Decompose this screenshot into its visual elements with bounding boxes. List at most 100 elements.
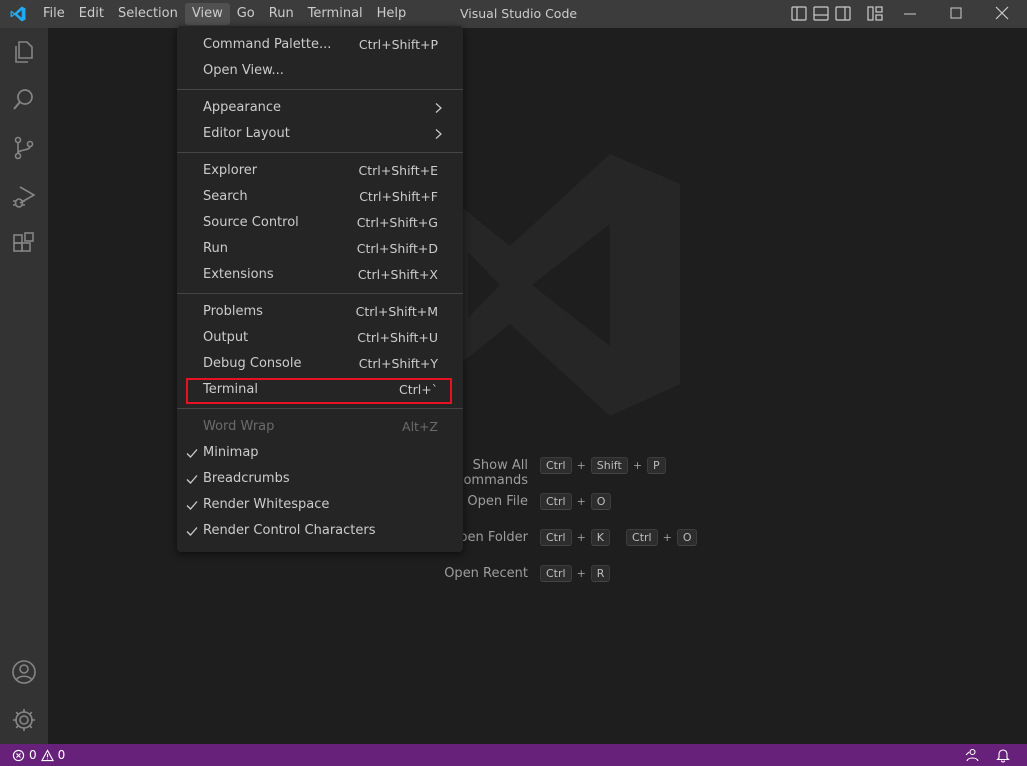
keycap: Ctrl bbox=[540, 457, 572, 474]
key-plus: + bbox=[632, 459, 643, 472]
layout-toggle-icons bbox=[791, 6, 851, 21]
menu-item-label: Word Wrap bbox=[203, 419, 275, 434]
key-plus: + bbox=[576, 459, 586, 472]
menu-selection[interactable]: Selection bbox=[111, 0, 185, 28]
keycap: Shift bbox=[590, 457, 628, 474]
view-menu-item-run[interactable]: Run Ctrl+Shift+D bbox=[185, 236, 455, 262]
menu-run[interactable]: Run bbox=[262, 0, 301, 28]
menu-item-shortcut: Ctrl+Shift+G bbox=[356, 215, 438, 230]
source-control-icon[interactable] bbox=[10, 134, 38, 162]
error-count: 0 bbox=[29, 748, 37, 762]
menu-bar: File Edit Selection View Go Run Terminal Help bbox=[36, 0, 413, 28]
menu-separator bbox=[177, 293, 463, 294]
view-menu-item-output[interactable]: Output Ctrl+Shift+U bbox=[185, 325, 455, 351]
view-menu-item-source-control[interactable]: Source Control Ctrl+Shift+G bbox=[185, 210, 455, 236]
keycap: Ctrl bbox=[540, 529, 572, 546]
menu-item-shortcut: Ctrl+Shift+Y bbox=[358, 356, 438, 371]
maximize-icon[interactable] bbox=[948, 4, 964, 24]
menu-file[interactable]: File bbox=[36, 0, 72, 28]
menu-separator bbox=[177, 408, 463, 409]
hint-keys: Ctrl + Shift + P bbox=[540, 457, 666, 474]
view-menu-item-appearance[interactable]: Appearance bbox=[185, 95, 455, 121]
activity-bar bbox=[0, 28, 48, 744]
menu-item-label: Search bbox=[203, 189, 248, 204]
view-menu-item-breadcrumbs[interactable]: Breadcrumbs bbox=[185, 466, 455, 492]
hint-keys: Ctrl + K Ctrl + O bbox=[540, 529, 698, 546]
search-icon[interactable] bbox=[10, 86, 38, 114]
view-menu-item-render-control-characters[interactable]: Render Control Characters bbox=[185, 518, 455, 544]
view-menu-item-problems[interactable]: Problems Ctrl+Shift+M bbox=[185, 299, 455, 325]
window-title: Visual Studio Code bbox=[460, 6, 578, 21]
key-plus: + bbox=[576, 567, 586, 580]
view-menu-item-explorer[interactable]: Explorer Ctrl+Shift+E bbox=[185, 158, 455, 184]
terminal-highlight-box bbox=[186, 378, 452, 404]
menu-item-label: Explorer bbox=[203, 163, 258, 178]
menu-item-label: Run bbox=[203, 241, 228, 256]
keycap: R bbox=[590, 565, 611, 582]
chevron-right-icon bbox=[435, 129, 442, 139]
menu-item-shortcut: Alt+Z bbox=[402, 419, 438, 434]
menu-separator bbox=[177, 152, 463, 153]
chevron-right-icon bbox=[435, 103, 442, 113]
error-icon bbox=[12, 749, 25, 761]
feedback-icon[interactable] bbox=[964, 747, 980, 763]
menu-go[interactable]: Go bbox=[230, 0, 262, 28]
view-menu-item-search[interactable]: Search Ctrl+Shift+F bbox=[185, 184, 455, 210]
menu-item-label: Appearance bbox=[203, 100, 282, 115]
view-menu-item-command-palette[interactable]: Command Palette... Ctrl+Shift+P bbox=[185, 32, 455, 58]
warning-count: 0 bbox=[57, 748, 66, 762]
menu-item-shortcut: Ctrl+Shift+U bbox=[357, 330, 438, 345]
keycap: P bbox=[647, 457, 666, 474]
menu-edit[interactable]: Edit bbox=[72, 0, 111, 28]
toggle-secondary-sidebar-icon[interactable] bbox=[835, 6, 851, 21]
hint-keys: Ctrl + R bbox=[540, 565, 611, 582]
key-plus: + bbox=[576, 495, 586, 508]
menu-item-shortcut: Ctrl+Shift+F bbox=[359, 189, 438, 204]
view-menu-item-debug-console[interactable]: Debug Console Ctrl+Shift+Y bbox=[185, 351, 455, 377]
customize-layout-icon[interactable] bbox=[866, 4, 884, 24]
hint-label-open-recent: Open Recent bbox=[444, 566, 528, 581]
menu-separator bbox=[177, 89, 463, 90]
menu-item-label: Render Whitespace bbox=[203, 497, 330, 512]
key-plus: + bbox=[662, 531, 672, 544]
status-bar: 0 0 bbox=[0, 744, 1027, 766]
problems-status[interactable]: 0 0 bbox=[12, 744, 65, 766]
toggle-primary-sidebar-icon[interactable] bbox=[791, 6, 807, 21]
title-bar: File Edit Selection View Go Run Terminal Help V… bbox=[0, 0, 1027, 28]
extensions-icon[interactable] bbox=[10, 230, 38, 258]
notifications-bell-icon[interactable] bbox=[995, 747, 1011, 763]
menu-help[interactable]: Help bbox=[370, 0, 414, 28]
menu-item-label: Editor Layout bbox=[203, 126, 290, 141]
manage-gear-icon[interactable] bbox=[10, 706, 38, 734]
hint-keys: Ctrl + O bbox=[540, 493, 612, 510]
menu-item-label: Minimap bbox=[203, 445, 259, 460]
run-debug-icon[interactable] bbox=[10, 182, 38, 210]
keycap: Ctrl bbox=[540, 565, 572, 582]
view-menu-item-word-wrap: Word Wrap Alt+Z bbox=[185, 414, 455, 440]
view-menu-item-editor-layout[interactable]: Editor Layout bbox=[185, 121, 455, 147]
checkmark-icon bbox=[186, 449, 198, 458]
menu-item-label: Problems bbox=[203, 304, 263, 319]
checkmark-icon bbox=[186, 475, 198, 484]
menu-terminal[interactable]: Terminal bbox=[301, 0, 370, 28]
keycap: O bbox=[676, 529, 698, 546]
toggle-panel-icon[interactable] bbox=[813, 6, 829, 21]
menu-item-label: Render Control Characters bbox=[203, 523, 376, 538]
view-menu-item-extensions[interactable]: Extensions Ctrl+Shift+X bbox=[185, 262, 455, 288]
account-icon[interactable] bbox=[10, 658, 38, 686]
menu-item-label: Output bbox=[203, 330, 249, 345]
vscode-logo-icon[interactable] bbox=[8, 5, 28, 23]
view-menu-dropdown: Command Palette... Ctrl+Shift+P Open View.… bbox=[177, 26, 463, 552]
menu-item-shortcut: Ctrl+Shift+D bbox=[356, 241, 438, 256]
menu-item-shortcut: Ctrl+Shift+P bbox=[358, 37, 438, 52]
view-menu-item-open-view[interactable]: Open View... bbox=[185, 58, 455, 84]
view-menu-item-minimap[interactable]: Minimap bbox=[185, 440, 455, 466]
files-icon[interactable] bbox=[10, 38, 38, 66]
minimize-icon[interactable] bbox=[902, 4, 918, 24]
keycap: Ctrl bbox=[540, 493, 572, 510]
close-icon[interactable] bbox=[994, 4, 1010, 24]
menu-view[interactable]: View bbox=[184, 3, 230, 25]
menu-item-label: Source Control bbox=[203, 215, 299, 230]
view-menu-item-render-whitespace[interactable]: Render Whitespace bbox=[185, 492, 455, 518]
warning-icon bbox=[40, 748, 54, 761]
